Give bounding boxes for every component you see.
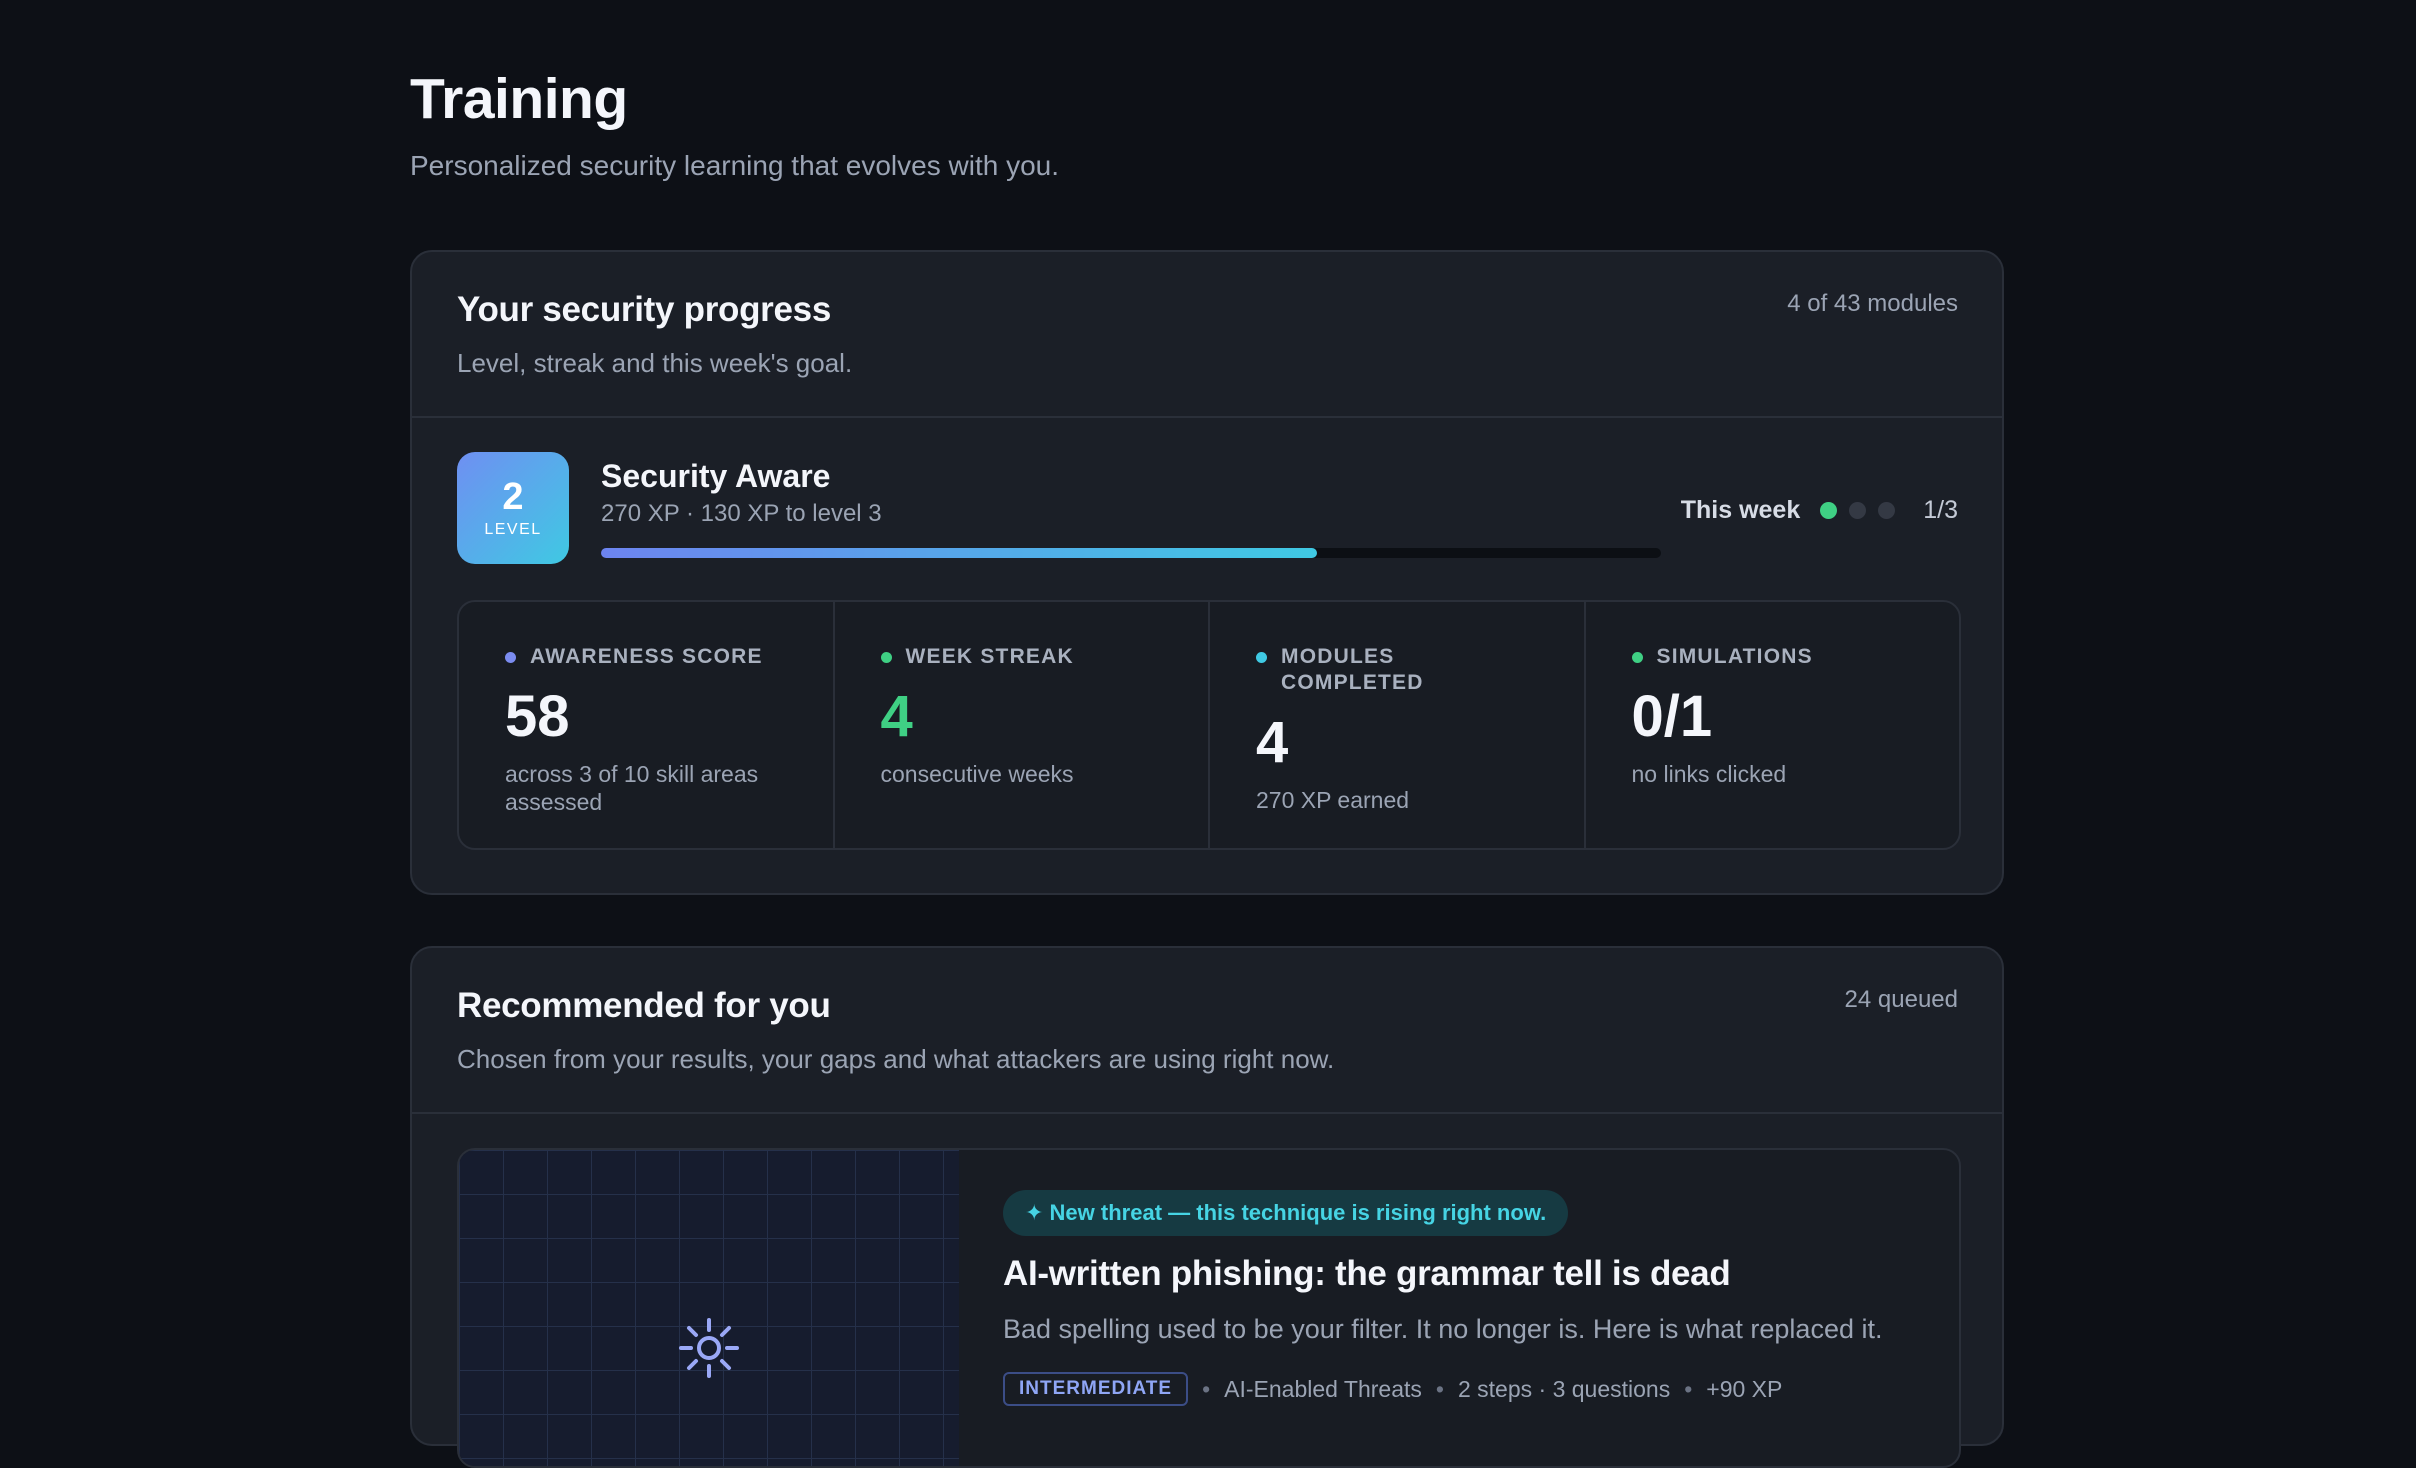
progress-subtitle: Level, streak and this week's goal.: [457, 348, 853, 378]
module-description: Bad spelling used to be your filter. It …: [1003, 1314, 1883, 1344]
module-category: AI-Enabled Threats: [1224, 1375, 1422, 1402]
stat-dot: [1256, 652, 1267, 663]
level-xp: 270 XP · 130 XP to level 3: [601, 500, 882, 527]
modules-count: 4 of 43 modules: [1787, 290, 1958, 317]
stat-label: MODULES COMPLETED: [1281, 645, 1424, 694]
meta-separator: •: [1684, 1375, 1693, 1402]
recommended-card-header: Recommended for you Chosen from your res…: [412, 948, 2002, 1114]
module-xp: +90 XP: [1706, 1375, 1783, 1402]
level-label: LEVEL: [484, 521, 542, 538]
stats-grid: AWARENESS SCORE 58 across 3 of 10 skill …: [457, 600, 1961, 850]
stat-value: 4: [880, 684, 913, 749]
module-steps: 2 steps · 3 questions: [1457, 1375, 1671, 1402]
module-thumbnail: [459, 1150, 959, 1466]
sun-icon: [679, 1318, 739, 1378]
stat-note: across 3 of 10 skill areas assessed: [505, 761, 759, 815]
stat-value: 0/1: [1631, 684, 1713, 749]
difficulty-badge: INTERMEDIATE: [1003, 1372, 1189, 1406]
stat-note: consecutive weeks: [880, 761, 1074, 787]
level-name: Security Aware: [601, 458, 831, 494]
stat-label: SIMULATIONS: [1656, 645, 1813, 668]
recommended-card: Recommended for you Chosen from your res…: [410, 946, 2004, 1468]
week-goal-dot: [1849, 502, 1867, 519]
week-goal-dot: [1878, 502, 1896, 519]
page-subtitle: Personalized security learning that evol…: [410, 150, 1060, 181]
progress-card-header: Your security progress Level, streak and…: [412, 252, 2002, 418]
meta-separator: •: [1435, 1375, 1444, 1402]
module-meta: INTERMEDIATE • AI-Enabled Threats • 2 st…: [1003, 1372, 1782, 1406]
stat-modules-completed: MODULES COMPLETED 4 270 XP earned: [1210, 602, 1586, 848]
level-badge: 2 LEVEL: [457, 452, 569, 564]
stat-simulations: SIMULATIONS 0/1 no links clicked: [1586, 602, 1960, 848]
meta-separator: •: [1202, 1375, 1211, 1402]
week-goal-dot: [1820, 502, 1838, 519]
progress-title: Your security progress: [457, 290, 831, 329]
stat-value: 4: [1256, 710, 1289, 775]
new-threat-badge: ✦ New threat — this technique is rising …: [1003, 1190, 1569, 1236]
recommended-module-card[interactable]: ✦ New threat — this technique is rising …: [457, 1148, 1961, 1468]
stat-value: 58: [505, 684, 570, 749]
stat-week-streak: WEEK STREAK 4 consecutive weeks: [835, 602, 1210, 848]
recommended-title: Recommended for you: [457, 986, 831, 1025]
stat-dot: [505, 652, 516, 663]
security-progress-card: Your security progress Level, streak and…: [410, 250, 2004, 895]
recommended-subtitle: Chosen from your results, your gaps and …: [457, 1044, 1335, 1074]
weekly-goal: This week 1/3: [1681, 496, 1958, 525]
week-count: 1/3: [1923, 496, 1958, 524]
page-title: Training: [410, 67, 628, 131]
stat-note: no links clicked: [1631, 761, 1787, 787]
stat-dot: [880, 652, 892, 663]
level-number: 2: [502, 476, 524, 518]
stat-label: AWARENESS SCORE: [530, 645, 763, 668]
queued-count: 24 queued: [1844, 986, 1958, 1013]
stat-dot: [1631, 652, 1643, 663]
xp-progress-bar: [601, 548, 1661, 558]
stat-awareness-score: AWARENESS SCORE 58 across 3 of 10 skill …: [459, 602, 835, 848]
stat-label: WEEK STREAK: [905, 645, 1074, 668]
stat-note: 270 XP earned: [1256, 787, 1410, 813]
xp-progress-fill: [601, 548, 1317, 558]
week-label: This week: [1680, 496, 1801, 524]
module-title[interactable]: AI-written phishing: the grammar tell is…: [1003, 1254, 1731, 1294]
